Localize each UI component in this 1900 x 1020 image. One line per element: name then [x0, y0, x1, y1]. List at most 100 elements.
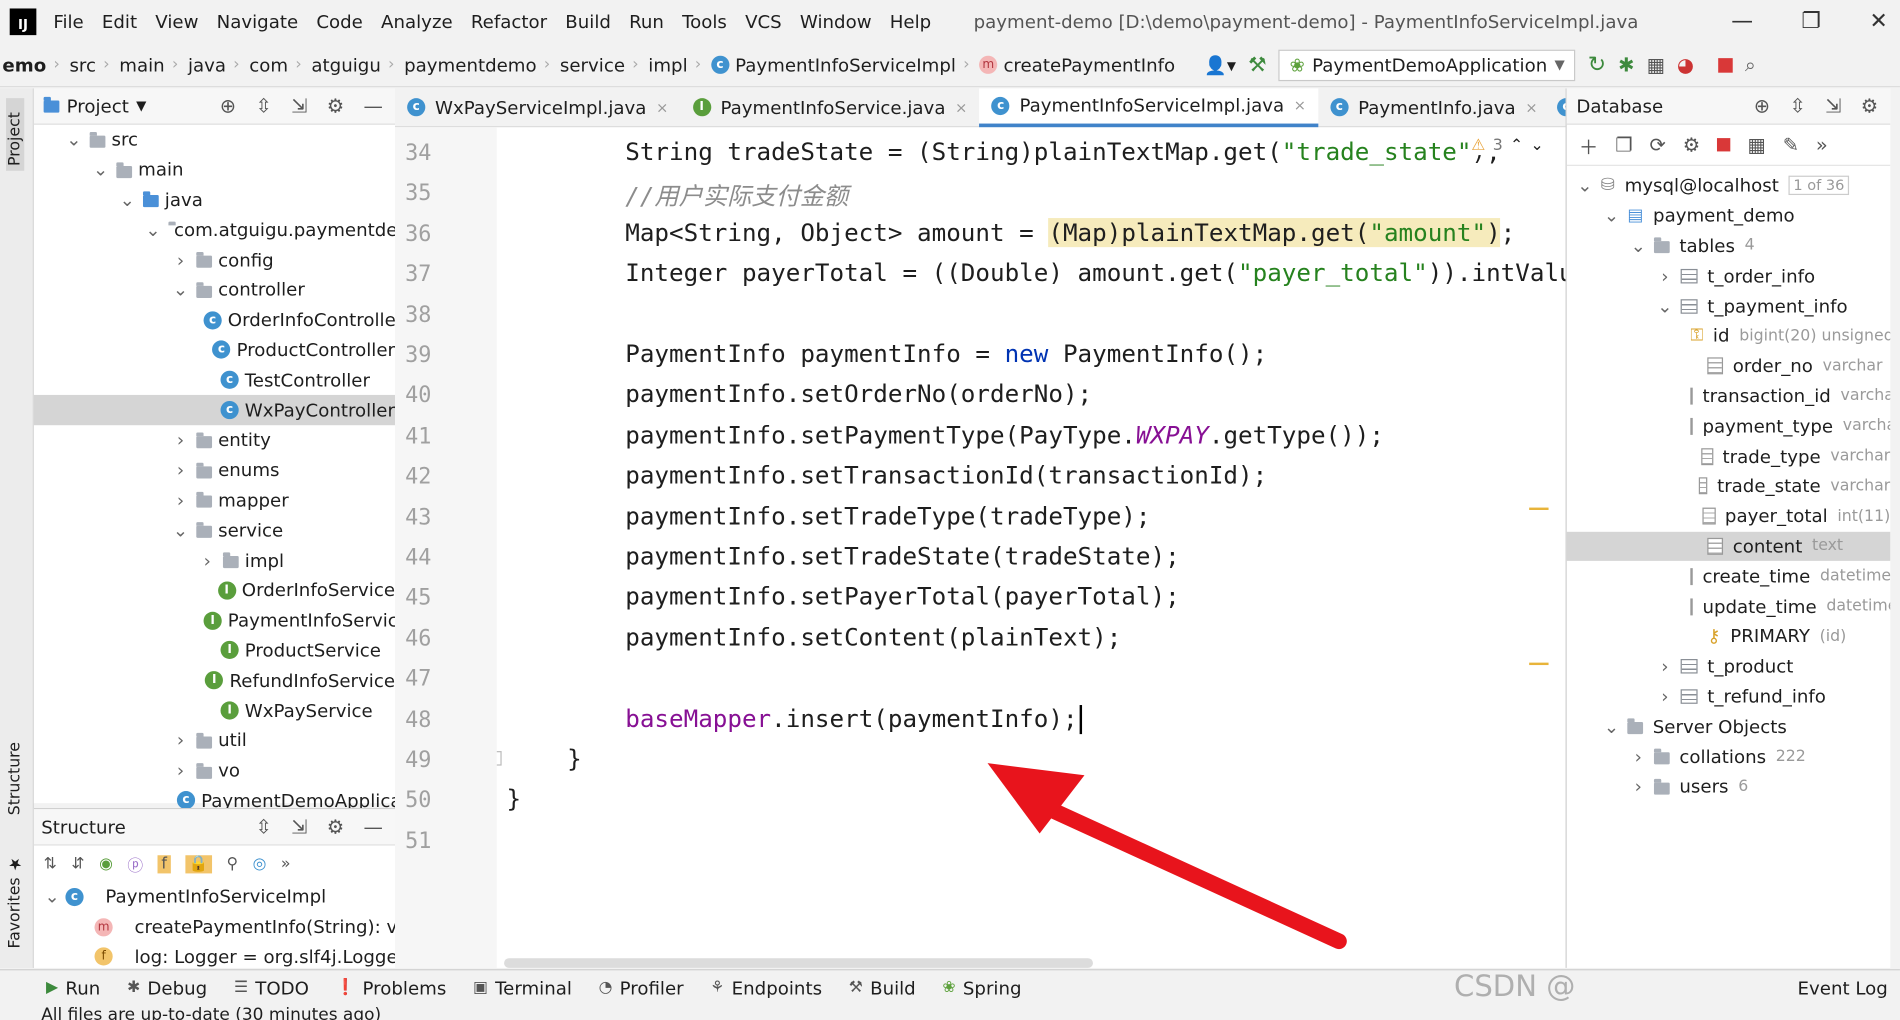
chevron-down-icon[interactable]: ⌄: [1603, 716, 1620, 738]
maximize-icon[interactable]: ❐: [1802, 8, 1822, 33]
hammer-icon[interactable]: ⚒: [1248, 53, 1266, 77]
code-line[interactable]: }: [506, 784, 521, 813]
project-tree-item[interactable]: › mapper: [34, 485, 395, 515]
project-tree-item[interactable]: I RefundInfoService: [34, 665, 395, 695]
structure-item[interactable]: f log: Logger = org.slf4j.Logger: [34, 942, 395, 972]
debug-icon[interactable]: ✱: [1618, 53, 1634, 76]
breadcrumb-item[interactable]: atguigu: [311, 54, 388, 76]
project-tree-item[interactable]: ⌄ controller: [34, 275, 395, 305]
database-tree-item[interactable]: transaction_id varchar: [1567, 381, 1890, 411]
chevron-down-icon[interactable]: ⌄: [119, 189, 136, 211]
chevron-down-icon[interactable]: ⌄: [1656, 295, 1673, 317]
run-configuration-select[interactable]: ❀ PaymentDemoApplication ▼: [1278, 49, 1576, 81]
show-properties-icon[interactable]: ⓟ: [127, 852, 143, 875]
locate-icon[interactable]: ⊕: [1754, 94, 1770, 117]
menu-item-help[interactable]: Help: [890, 10, 931, 32]
structure-item[interactable]: ⌄ c PaymentInfoServiceImpl: [34, 882, 395, 912]
tool-window-event-log[interactable]: Event Log: [1798, 977, 1888, 999]
project-panel-title[interactable]: Project: [67, 95, 129, 117]
breadcrumb-item[interactable]: emo: [2, 54, 53, 76]
menu-item-file[interactable]: File: [53, 10, 83, 32]
sort-visibility-icon[interactable]: ⇵: [71, 855, 84, 873]
database-tree-item[interactable]: › t_refund_info: [1567, 681, 1891, 711]
editor-tab[interactable]: I PaymentInfoService.java ×: [680, 88, 979, 127]
database-tree-item[interactable]: update_time datetime: [1567, 591, 1890, 621]
chevron-right-icon[interactable]: ›: [172, 760, 189, 782]
chevron-down-icon[interactable]: ⌄: [44, 886, 61, 908]
breadcrumb-item[interactable]: paymentdemo: [404, 54, 544, 76]
database-tree-item[interactable]: ⌄ t_payment_info: [1567, 291, 1891, 321]
chevron-right-icon[interactable]: ›: [199, 549, 216, 571]
code-line[interactable]: baseMapper.insert(paymentInfo);: [625, 703, 1083, 735]
code-line[interactable]: paymentInfo.setPayerTotal(payerTotal);: [625, 582, 1179, 611]
project-tree-item[interactable]: ⌄ src: [34, 125, 395, 155]
locate-icon[interactable]: ⊕: [220, 94, 236, 117]
tool-window-build[interactable]: ⚒ Build: [849, 977, 916, 999]
close-icon[interactable]: ✕: [1870, 8, 1888, 33]
chevron-down-icon[interactable]: ⌄: [145, 219, 160, 241]
database-tree-item[interactable]: ⌄ tables 4: [1567, 231, 1891, 261]
close-tab-icon[interactable]: ×: [955, 99, 967, 116]
code-line[interactable]: paymentInfo.setTradeType(tradeType);: [625, 501, 1150, 530]
database-tree-item[interactable]: create_time datetime: [1567, 561, 1890, 591]
coverage-icon[interactable]: ▦: [1647, 53, 1665, 76]
database-tree-item[interactable]: › collations 222: [1567, 742, 1891, 772]
project-tree-item[interactable]: I ProductService: [34, 635, 395, 665]
collapse-all-icon[interactable]: ⇲: [1825, 94, 1841, 117]
stop-icon[interactable]: [1718, 57, 1733, 73]
code-line[interactable]: PaymentInfo paymentInfo = new PaymentInf…: [625, 339, 1267, 368]
table-view-icon[interactable]: ▦: [1747, 133, 1765, 156]
next-highlight-icon[interactable]: ⌄: [1530, 137, 1543, 155]
stop-icon[interactable]: [1717, 138, 1731, 152]
profiler-icon[interactable]: ◕: [1677, 53, 1694, 76]
close-tab-icon[interactable]: ×: [1525, 99, 1537, 116]
fold-marker-icon[interactable]: [496, 751, 502, 766]
schema-icon[interactable]: ⚙: [1683, 133, 1700, 156]
gear-icon[interactable]: ⚙: [327, 94, 344, 117]
code-line[interactable]: //用户实际支付金额: [625, 177, 848, 212]
breadcrumb-item[interactable]: service: [560, 54, 632, 76]
chevron-right-icon[interactable]: ›: [1656, 265, 1673, 287]
menu-item-edit[interactable]: Edit: [102, 10, 137, 32]
code-line[interactable]: paymentInfo.setOrderNo(orderNo);: [625, 380, 1092, 409]
collapse-all-icon[interactable]: ⇲: [291, 94, 307, 117]
tool-window-run[interactable]: ▶ Run: [46, 977, 100, 999]
code-line[interactable]: Integer payerTotal = ((Double) amount.ge…: [625, 258, 1565, 287]
show-fields-icon[interactable]: f: [157, 854, 171, 873]
structure-item[interactable]: m createPaymentInfo(String): void: [34, 912, 395, 942]
chevron-down-icon[interactable]: ⌄: [172, 279, 189, 301]
project-tree-item[interactable]: c WxPayController: [33, 395, 396, 426]
chevron-right-icon[interactable]: ›: [1656, 656, 1673, 678]
copy-icon[interactable]: ❐: [1615, 133, 1632, 156]
database-tree-item[interactable]: payment_type varchar: [1567, 411, 1890, 441]
project-tree-item[interactable]: c OrderInfoController: [34, 305, 395, 335]
tool-window-problems[interactable]: ❗ Problems: [336, 977, 447, 999]
project-tree-item[interactable]: › entity: [34, 425, 395, 455]
database-tree-item[interactable]: ⌄ ▤ payment_demo: [1567, 201, 1891, 231]
gear-icon[interactable]: ⚙: [1861, 94, 1878, 117]
user-icon[interactable]: 👤▾: [1204, 54, 1236, 76]
database-tree-item[interactable]: ⌄ ⛁ mysql@localhost 1 of 36: [1567, 171, 1891, 201]
menu-item-code[interactable]: Code: [316, 10, 363, 32]
chevron-down-icon[interactable]: ⌄: [172, 519, 189, 541]
chevron-down-icon[interactable]: ⌄: [65, 129, 82, 151]
menu-item-build[interactable]: Build: [565, 10, 611, 32]
database-tree-item[interactable]: ⚿ id bigint(20) unsigned: [1567, 321, 1890, 351]
tool-window-debug[interactable]: ✱ Debug: [127, 977, 207, 999]
structure-tool-tab[interactable]: Structure: [6, 718, 24, 815]
breadcrumb-item[interactable]: src: [69, 54, 103, 76]
filter-icon[interactable]: ⚲: [227, 855, 239, 873]
code-line[interactable]: paymentInfo.setContent(plainText);: [625, 622, 1121, 651]
editor-tab[interactable]: c PaymentInfoServiceImpl.java ×: [979, 87, 1319, 127]
expand-all-icon[interactable]: ⇳: [1789, 94, 1805, 117]
editor-tab[interactable]: c WxPayServiceImpl.java ×: [395, 88, 680, 127]
edit-icon[interactable]: ✎: [1783, 133, 1799, 156]
project-tree-item[interactable]: c TestController: [34, 365, 395, 395]
chevron-right-icon[interactable]: ›: [172, 730, 189, 752]
more-icon[interactable]: »: [281, 855, 291, 873]
database-tree-item[interactable]: order_no varchar: [1567, 351, 1891, 381]
chevron-down-icon[interactable]: ⌄: [1603, 205, 1620, 227]
autoscroll-icon[interactable]: ◎: [253, 855, 267, 873]
refresh-icon[interactable]: ⟳: [1650, 133, 1666, 156]
chevron-right-icon[interactable]: ›: [172, 459, 189, 481]
